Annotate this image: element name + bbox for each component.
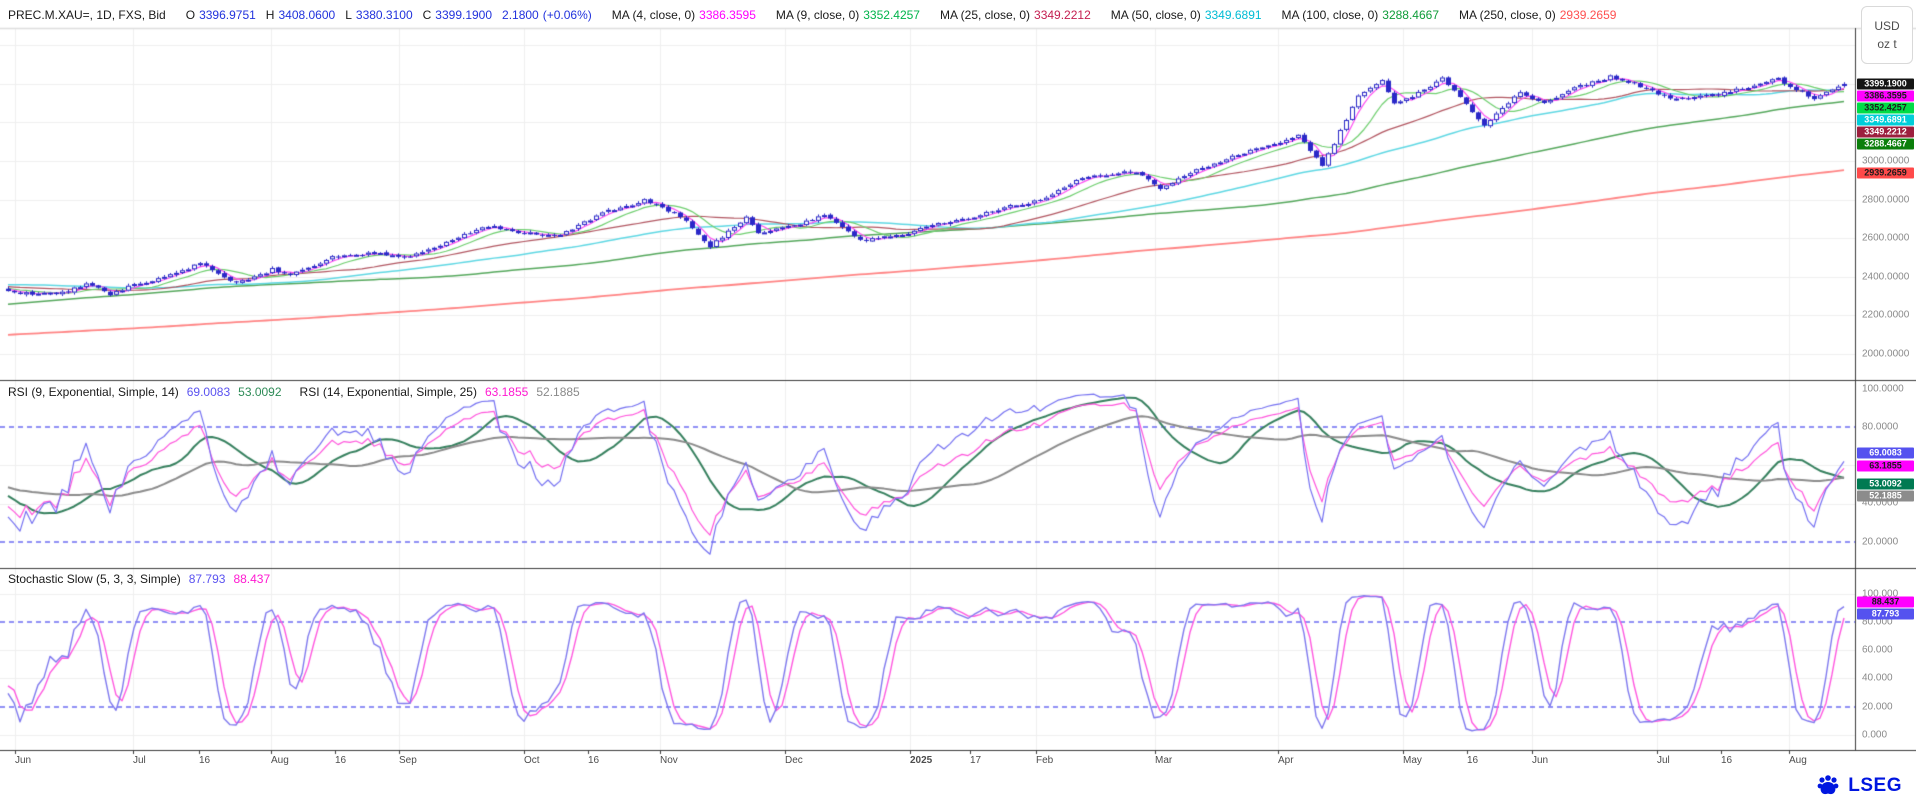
lseg-logo: LSEG <box>1815 773 1902 799</box>
stochastic-axis-label: 20.000 <box>1862 702 1893 713</box>
time-axis-label: Feb <box>1036 755 1053 766</box>
time-axis-label: 17 <box>970 755 981 766</box>
rsi14-title: RSI (14, Exponential, Simple, 25) <box>300 385 477 399</box>
time-axis-label: 16 <box>1721 755 1732 766</box>
ma-value: 3352.4257 <box>863 8 920 22</box>
instrument-label: PREC.M.XAU=, 1D, FXS, Bid <box>8 8 166 22</box>
change-value: 2.1800 <box>502 8 539 22</box>
high-value: 3408.0600 <box>278 8 335 22</box>
ma-legend-item-250[interactable]: MA (25, close, 0) 3349.2212 <box>940 8 1091 22</box>
change-percent: (+0.06%) <box>543 8 592 22</box>
ma-value: 2939.2659 <box>1560 8 1617 22</box>
time-axis-label: Jun <box>15 755 31 766</box>
rsi-tag: 69.0083 <box>1857 448 1914 459</box>
time-axis-label: Nov <box>660 755 678 766</box>
chart-canvas[interactable] <box>0 0 1916 803</box>
chart-application: PREC.M.XAU=, 1D, FXS, Bid O 3396.9751 H34… <box>0 0 1916 803</box>
ma-legend-item-500[interactable]: MA (50, close, 0) 3349.6891 <box>1111 8 1262 22</box>
stochastic-axis-label: 40.000 <box>1862 673 1893 684</box>
time-axis-label: 16 <box>588 755 599 766</box>
ma-value: 3349.2212 <box>1034 8 1091 22</box>
ma-legend-item-2500[interactable]: MA (250, close, 0) 2939.2659 <box>1459 8 1616 22</box>
price-axis-label: 2800.0000 <box>1862 195 1909 206</box>
price-axis-label: 2400.0000 <box>1862 272 1909 283</box>
stochastic-tag: 88.437 <box>1857 597 1914 608</box>
time-axis-label: Jul <box>133 755 146 766</box>
time-axis-label: Apr <box>1278 755 1294 766</box>
ma-label: MA (100, close, 0) <box>1282 8 1379 22</box>
rsi-axis-label: 100.0000 <box>1862 384 1904 395</box>
high-label: H <box>266 8 275 22</box>
lseg-logo-text: LSEG <box>1848 775 1902 797</box>
time-axis-label: Jun <box>1532 755 1548 766</box>
rsi-axis-label: 80.0000 <box>1862 422 1898 433</box>
price-tag: 3288.4667 <box>1857 139 1914 150</box>
time-axis-label: Oct <box>524 755 540 766</box>
axis-unit-box: USD oz t <box>1861 6 1913 64</box>
time-axis-label: 16 <box>199 755 210 766</box>
time-axis-label: Aug <box>1789 755 1807 766</box>
ma-legend-item-90[interactable]: MA (9, close, 0) 3352.4257 <box>776 8 920 22</box>
rsi-tag: 63.1855 <box>1857 461 1914 472</box>
rsi9-ma-value: 53.0092 <box>238 385 281 399</box>
price-tag: 2939.2659 <box>1857 168 1914 179</box>
low-value: 3380.3100 <box>356 8 413 22</box>
price-tag: 3399.1900 <box>1857 79 1914 90</box>
stochastic-pane-header[interactable]: Stochastic Slow (5, 3, 3, Simple) 87.793… <box>8 572 270 586</box>
ma-value: 3386.3595 <box>699 8 756 22</box>
stochastic-axis-label: 0.000 <box>1862 730 1887 741</box>
time-axis-label: 16 <box>335 755 346 766</box>
ma-value: 3288.4667 <box>1382 8 1439 22</box>
time-axis-label: Dec <box>785 755 803 766</box>
rsi14-value: 63.1855 <box>485 385 528 399</box>
rsi9-title: RSI (9, Exponential, Simple, 14) <box>8 385 179 399</box>
time-axis-label: Mar <box>1155 755 1172 766</box>
ma-value: 3349.6891 <box>1205 8 1262 22</box>
ma-legend-list: MA (4, close, 0) 3386.3595 MA (9, close, 0… <box>612 8 1617 22</box>
price-tag: 3352.4257 <box>1857 103 1914 114</box>
ma-legend-item-1000[interactable]: MA (100, close, 0)3288.4667 <box>1282 8 1439 22</box>
time-axis-label: Sep <box>399 755 417 766</box>
stochastic-k-value: 87.793 <box>189 572 226 586</box>
open-label: O <box>186 8 195 22</box>
stochastic-d-value: 88.437 <box>233 572 270 586</box>
ma-label: MA (250, close, 0) <box>1459 8 1556 22</box>
open-value: 3396.9751 <box>199 8 256 22</box>
rsi-axis-label: 20.0000 <box>1862 537 1898 548</box>
ohlc-readout: O 3396.9751 H3408.0600 L 3380.3100 C3399.1… <box>186 8 592 22</box>
rsi-tag: 53.0092 <box>1857 479 1914 490</box>
stochastic-tag: 87.793 <box>1857 609 1914 620</box>
time-axis-label: Jul <box>1657 755 1670 766</box>
legend-row: PREC.M.XAU=, 1D, FXS, Bid O 3396.9751 H34… <box>8 5 1616 25</box>
ma-label: MA (9, close, 0) <box>776 8 859 22</box>
price-tag: 3349.2212 <box>1857 127 1914 138</box>
price-axis-label: 2600.0000 <box>1862 233 1909 244</box>
ma-legend-item-40[interactable]: MA (4, close, 0) 3386.3595 <box>612 8 756 22</box>
time-axis-label: 2025 <box>910 755 932 766</box>
ma-label: MA (25, close, 0) <box>940 8 1030 22</box>
ma-label: MA (4, close, 0) <box>612 8 695 22</box>
unit-label: oz t <box>1877 37 1896 51</box>
close-label: C <box>423 8 432 22</box>
price-axis-label: 3000.0000 <box>1862 156 1909 167</box>
low-label: L <box>345 8 352 22</box>
rsi14-ma-value: 52.1885 <box>536 385 579 399</box>
rsi-tag: 52.1885 <box>1857 491 1914 502</box>
currency-label: USD <box>1874 19 1899 33</box>
close-value: 3399.1900 <box>435 8 492 22</box>
lseg-crest-icon <box>1815 773 1841 799</box>
time-axis-label: May <box>1403 755 1422 766</box>
ma-label: MA (50, close, 0) <box>1111 8 1201 22</box>
time-axis-label: Aug <box>271 755 289 766</box>
price-tag: 3386.3595 <box>1857 91 1914 102</box>
price-axis-label: 2000.0000 <box>1862 349 1909 360</box>
time-axis-label: 16 <box>1467 755 1478 766</box>
rsi9-value: 69.0083 <box>187 385 230 399</box>
stochastic-axis-label: 60.000 <box>1862 645 1893 656</box>
rsi-pane-header[interactable]: RSI (9, Exponential, Simple, 14) 69.0083… <box>8 385 580 399</box>
price-axis-label: 2200.0000 <box>1862 310 1909 321</box>
price-tag: 3349.6891 <box>1857 115 1914 126</box>
stochastic-title: Stochastic Slow (5, 3, 3, Simple) <box>8 572 181 586</box>
